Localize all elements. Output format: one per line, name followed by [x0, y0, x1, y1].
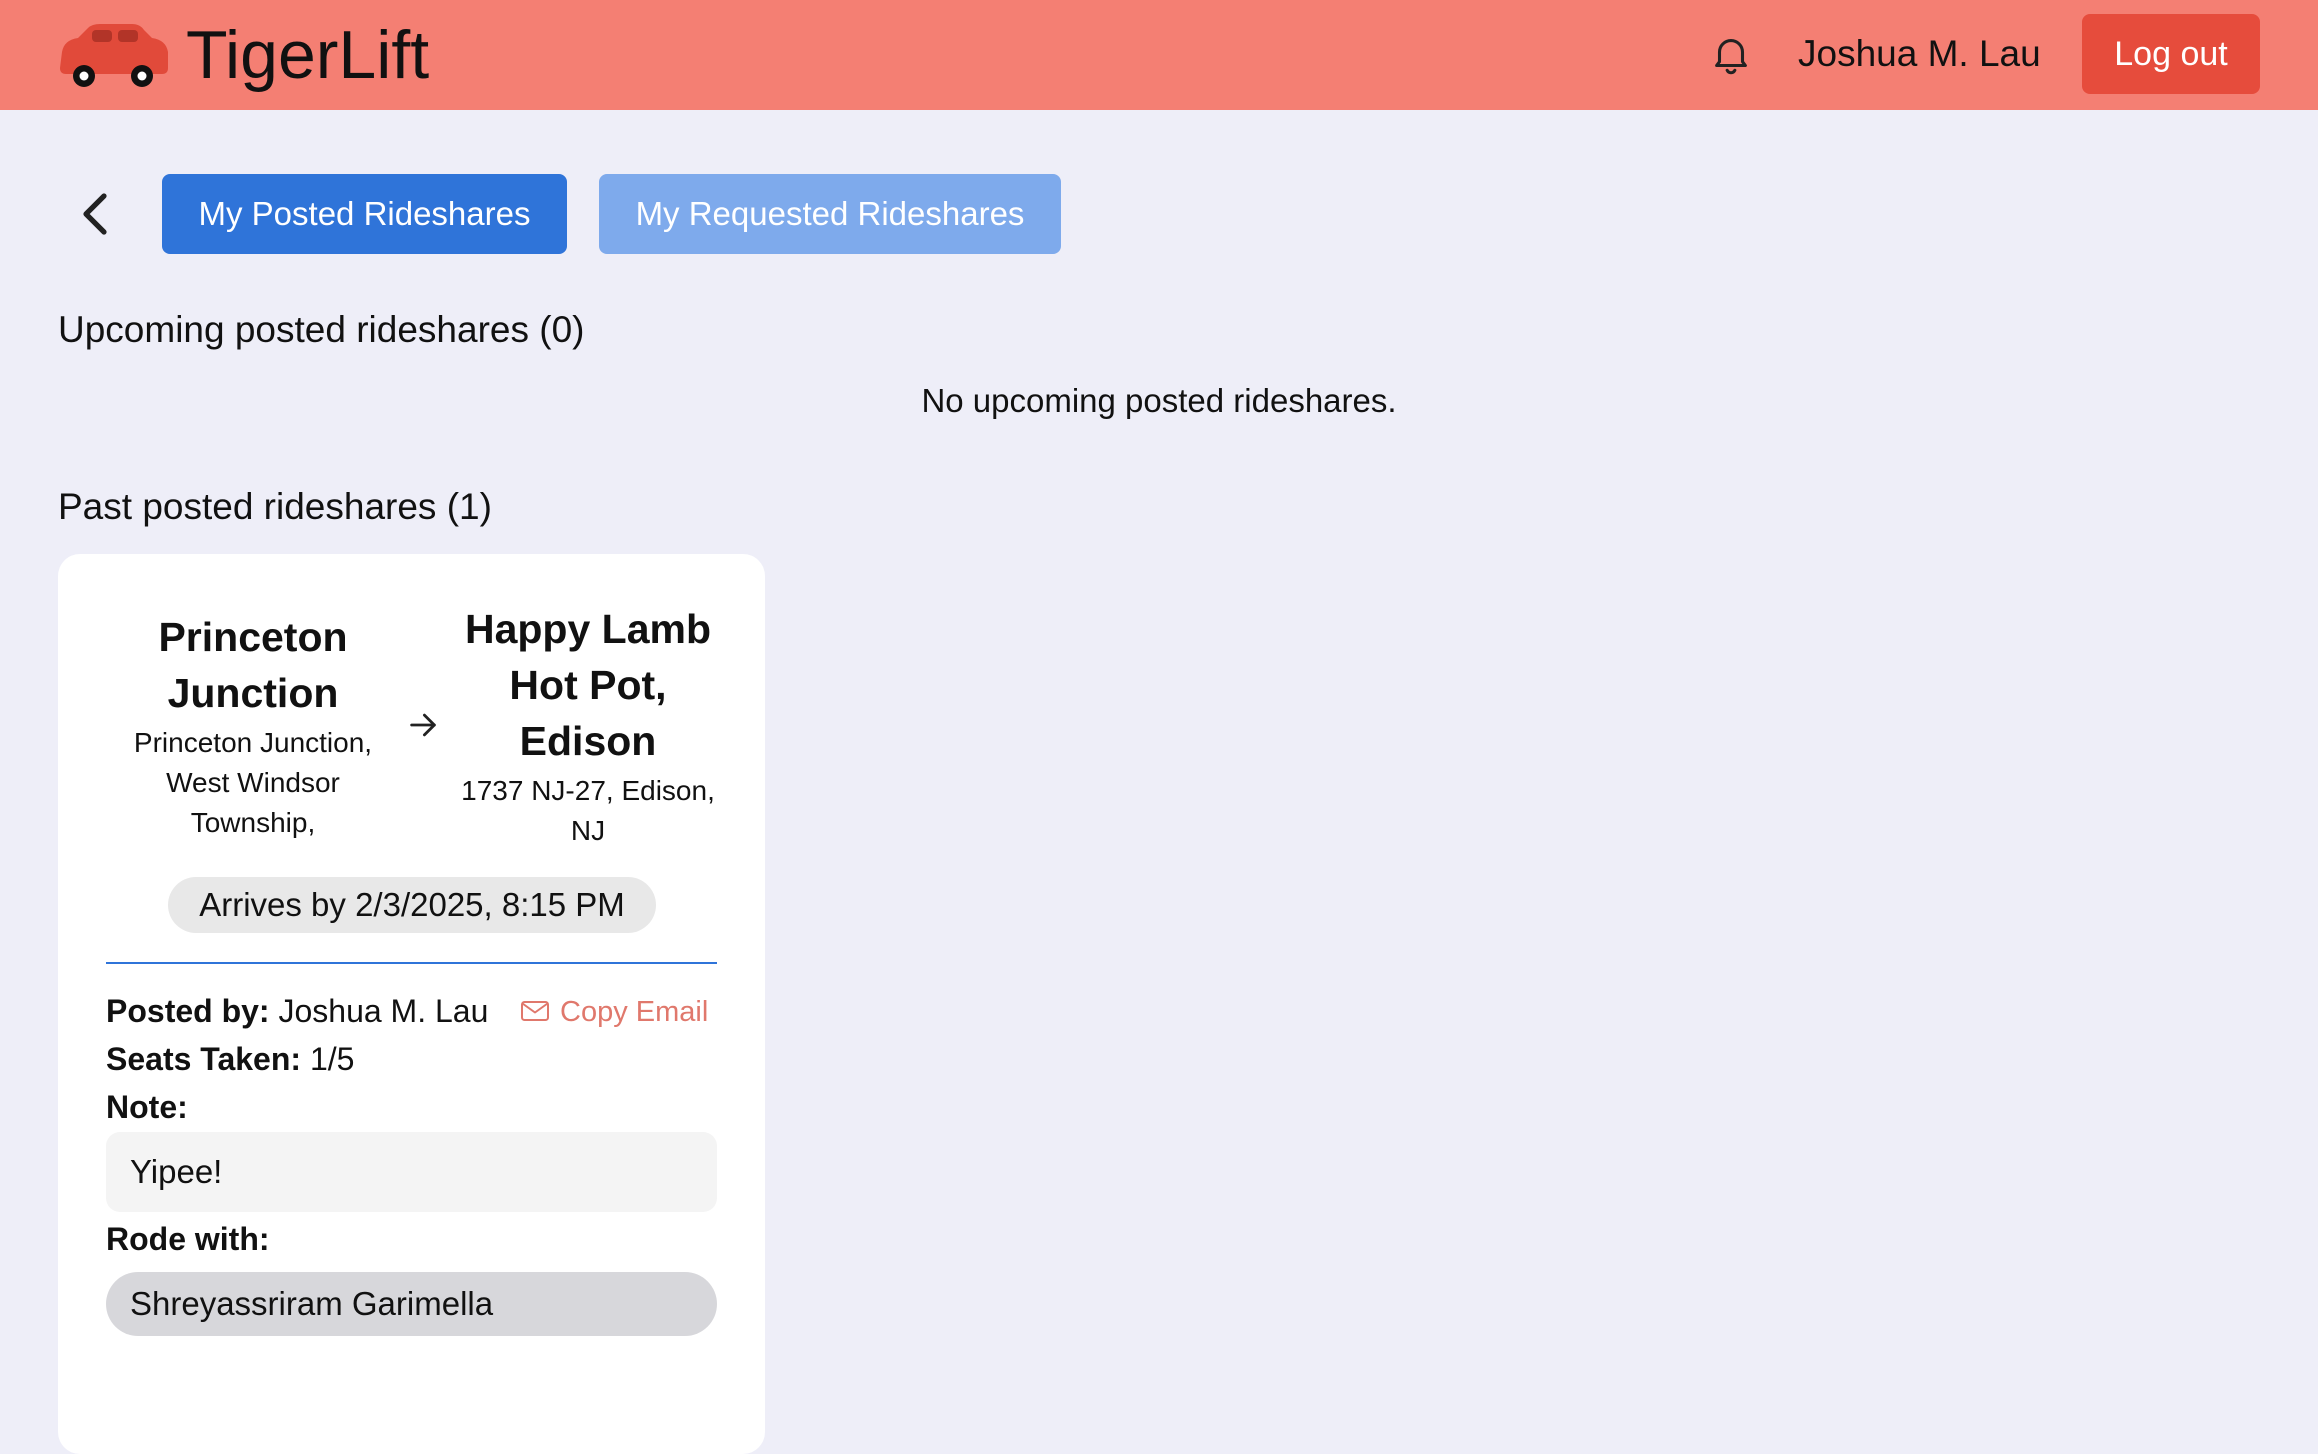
- seats-label: Seats Taken:: [106, 1041, 302, 1077]
- rider-chip: Shreyassriram Garimella: [106, 1272, 717, 1336]
- arrival-time-badge: Arrives by 2/3/2025, 8:15 PM: [168, 877, 656, 933]
- logout-button[interactable]: Log out: [2082, 14, 2260, 94]
- arrow-right-icon: [410, 713, 436, 737]
- note-text: Yipee!: [130, 1153, 223, 1190]
- top-navbar: TigerLift Joshua M. Lau Log out: [0, 0, 2318, 110]
- destination-address-line: 1737 NJ-27, Edison,: [461, 775, 715, 806]
- rode-with-label: Rode with:: [106, 1216, 270, 1262]
- note-label: Note:: [106, 1084, 188, 1130]
- destination-name-line: Edison: [519, 718, 657, 764]
- origin-name-line: Princeton: [158, 614, 348, 660]
- divider: [106, 962, 717, 964]
- copy-email-button[interactable]: Copy Email: [520, 992, 708, 1032]
- seats-row: Seats Taken: 1/5: [106, 1036, 354, 1082]
- origin-address: Princeton Junction, West Windsor Townshi…: [108, 723, 398, 843]
- destination-name-line: Hot Pot,: [509, 662, 667, 708]
- destination-name: Happy Lamb Hot Pot, Edison: [443, 601, 733, 769]
- destination-name-line: Happy Lamb: [464, 606, 712, 652]
- bell-icon[interactable]: [1708, 30, 1754, 78]
- past-section-title: Past posted rideshares (1): [58, 486, 492, 527]
- tab-my-posted-rideshares[interactable]: My Posted Rideshares: [162, 174, 567, 254]
- origin-address-line: West Windsor: [166, 767, 340, 798]
- envelope-icon: [521, 1001, 549, 1022]
- chevron-left-icon[interactable]: [76, 190, 116, 238]
- car-icon[interactable]: [54, 22, 174, 90]
- brand-name[interactable]: TigerLift: [186, 10, 429, 100]
- origin-address-line: Princeton Junction,: [133, 727, 373, 758]
- note-label-text: Note:: [106, 1089, 188, 1125]
- note-box: Yipee!: [106, 1132, 717, 1212]
- origin-name-line: Junction: [167, 670, 339, 716]
- rode-with-label-text: Rode with:: [106, 1221, 270, 1257]
- empty-upcoming-message: No upcoming posted rideshares.: [921, 382, 1397, 419]
- destination-address-line: NJ: [570, 815, 606, 846]
- posted-by-row: Posted by: Joshua M. Lau: [106, 988, 488, 1034]
- seats-value: 1/5: [309, 1041, 355, 1077]
- posted-by-label: Posted by:: [106, 993, 270, 1029]
- user-name[interactable]: Joshua M. Lau: [1798, 28, 2041, 80]
- origin-name: Princeton Junction: [108, 609, 398, 721]
- destination-location: Happy Lamb Hot Pot, Edison 1737 NJ-27, E…: [443, 601, 733, 851]
- destination-address: 1737 NJ-27, Edison, NJ: [443, 771, 733, 851]
- posted-by-name: Joshua M. Lau: [278, 993, 489, 1029]
- copy-email-label: Copy Email: [560, 996, 709, 1028]
- rideshare-card: Princeton Junction Princeton Junction, W…: [58, 554, 765, 1454]
- tab-my-requested-rideshares[interactable]: My Requested Rideshares: [599, 174, 1061, 254]
- origin-location: Princeton Junction Princeton Junction, W…: [108, 609, 398, 843]
- upcoming-section-title: Upcoming posted rideshares (0): [58, 309, 585, 350]
- origin-address-line: Township,: [190, 807, 316, 838]
- rider-name: Shreyassriram Garimella: [130, 1285, 494, 1322]
